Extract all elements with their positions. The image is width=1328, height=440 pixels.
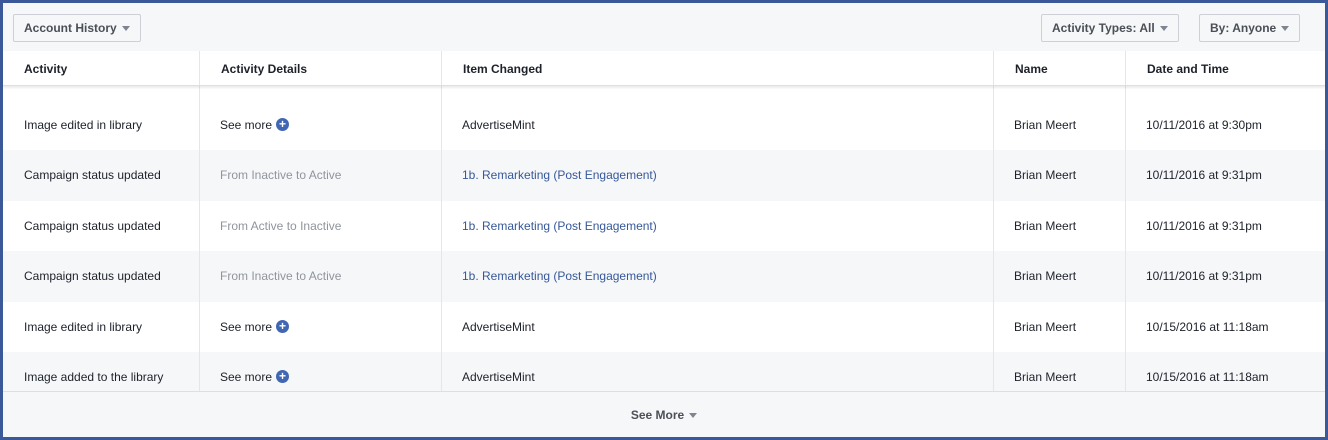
status-to-word: to	[286, 219, 297, 233]
see-more-label: See More	[630, 407, 685, 422]
see-more-text: See more	[220, 118, 273, 132]
see-more-text: See more	[220, 320, 273, 334]
account-history-dropdown[interactable]: Account History	[13, 14, 141, 42]
activity-cell: Campaign status updated	[24, 168, 161, 182]
account-history-panel: Account History Activity Types: All By: …	[0, 0, 1328, 440]
name-cell: Brian Meert	[1014, 118, 1077, 132]
see-more-text: See more	[220, 370, 273, 384]
column-header-date-time[interactable]: Date and Time	[1125, 51, 1325, 85]
column-header-name[interactable]: Name	[993, 51, 1125, 85]
caret-down-icon	[121, 26, 130, 31]
table-row: Image edited in library See more + Advertis…	[3, 302, 1325, 353]
plus-circle-icon[interactable]: +	[276, 118, 290, 132]
status-to-value: Active	[308, 168, 342, 182]
item-changed-link[interactable]: 1b. Remarketing (Post Engagement)	[441, 150, 993, 201]
status-from-value: Inactive	[251, 269, 293, 283]
item-changed-cell: AdvertiseMint	[462, 118, 535, 132]
item-changed-cell: AdvertiseMint	[462, 320, 535, 334]
caret-down-icon	[1281, 26, 1290, 31]
activity-details-cell: See more +	[199, 302, 441, 353]
status-to-word: to	[296, 168, 307, 182]
activity-cell: Campaign status updated	[24, 219, 161, 233]
status-from-word: From	[220, 168, 248, 182]
table-footer: See More	[3, 391, 1325, 437]
activity-details-cell: From Inactive to Active	[199, 251, 441, 302]
see-more-link[interactable]: See more +	[220, 320, 290, 334]
name-cell: Brian Meert	[1014, 370, 1077, 384]
column-divider	[993, 51, 994, 391]
table-row: Campaign status updated From Active to In…	[3, 201, 1325, 252]
by-anyone-label: By: Anyone	[1210, 21, 1277, 35]
activity-types-label: Activity Types: All	[1052, 21, 1155, 35]
date-time-cell: 10/15/2016 at 11:18am	[1146, 370, 1269, 384]
status-to-word: to	[296, 269, 307, 283]
plus-circle-icon[interactable]: +	[276, 370, 290, 384]
status-from-value: Active	[250, 219, 284, 233]
see-more-link[interactable]: See more +	[220, 118, 290, 132]
name-cell: Brian Meert	[1014, 219, 1077, 233]
caret-down-icon	[1159, 26, 1168, 31]
name-cell: Brian Meert	[1014, 269, 1077, 283]
date-time-cell: 10/11/2016 at 9:31pm	[1146, 219, 1262, 233]
status-from-word: From	[220, 219, 248, 233]
activity-details-cell: From Active to Inactive	[199, 201, 441, 252]
column-divider	[1125, 51, 1126, 391]
table-header: Activity Activity Details Item Changed N…	[3, 51, 1325, 86]
name-cell: Brian Meert	[1014, 320, 1077, 334]
item-changed-link[interactable]: 1b. Remarketing (Post Engagement)	[441, 201, 993, 252]
column-header-activity[interactable]: Activity	[3, 51, 199, 85]
table-body: Image edited in library See more + Advertis…	[3, 86, 1325, 391]
activity-cell: Campaign status updated	[24, 269, 161, 283]
date-time-cell: 10/11/2016 at 9:31pm	[1146, 168, 1262, 182]
table-row: Image edited in library See more + Advertis…	[3, 100, 1325, 151]
item-changed-link[interactable]: 1b. Remarketing (Post Engagement)	[441, 251, 993, 302]
account-history-label: Account History	[24, 21, 117, 35]
status-from-value: Inactive	[251, 168, 293, 182]
activity-cell: Image edited in library	[24, 118, 143, 132]
status-to-value: Active	[308, 269, 342, 283]
by-anyone-dropdown[interactable]: By: Anyone	[1199, 14, 1301, 42]
table-row: Campaign status updated From Inactive to …	[3, 150, 1325, 201]
status-from-word: From	[220, 269, 248, 283]
activity-details-cell: From Inactive to Active	[199, 150, 441, 201]
status-to-value: Inactive	[300, 219, 342, 233]
column-header-item-changed[interactable]: Item Changed	[441, 51, 993, 85]
column-divider	[441, 51, 442, 391]
date-time-cell: 10/11/2016 at 9:31pm	[1146, 269, 1262, 283]
activity-cell: Image edited in library	[24, 320, 143, 334]
see-more-link[interactable]: See more +	[220, 370, 290, 384]
activity-cell: Image added to the library	[24, 370, 164, 384]
caret-down-icon	[689, 412, 698, 418]
table-row: Image added to the library See more + Adver…	[3, 352, 1325, 391]
activity-details-cell: See more +	[199, 100, 441, 151]
activity-details-cell: See more +	[199, 352, 441, 391]
date-time-cell: 10/11/2016 at 9:30pm	[1146, 118, 1262, 132]
plus-circle-icon[interactable]: +	[276, 320, 290, 334]
table-row: Campaign status updated From Inactive to …	[3, 251, 1325, 302]
column-divider	[199, 51, 200, 391]
item-changed-cell: AdvertiseMint	[462, 370, 535, 384]
name-cell: Brian Meert	[1014, 168, 1077, 182]
activity-types-dropdown[interactable]: Activity Types: All	[1041, 14, 1179, 42]
date-time-cell: 10/15/2016 at 11:18am	[1146, 320, 1269, 334]
toolbar: Account History Activity Types: All By: …	[3, 3, 1325, 51]
see-more-button[interactable]: See More	[630, 407, 698, 422]
column-header-activity-details[interactable]: Activity Details	[199, 51, 441, 85]
